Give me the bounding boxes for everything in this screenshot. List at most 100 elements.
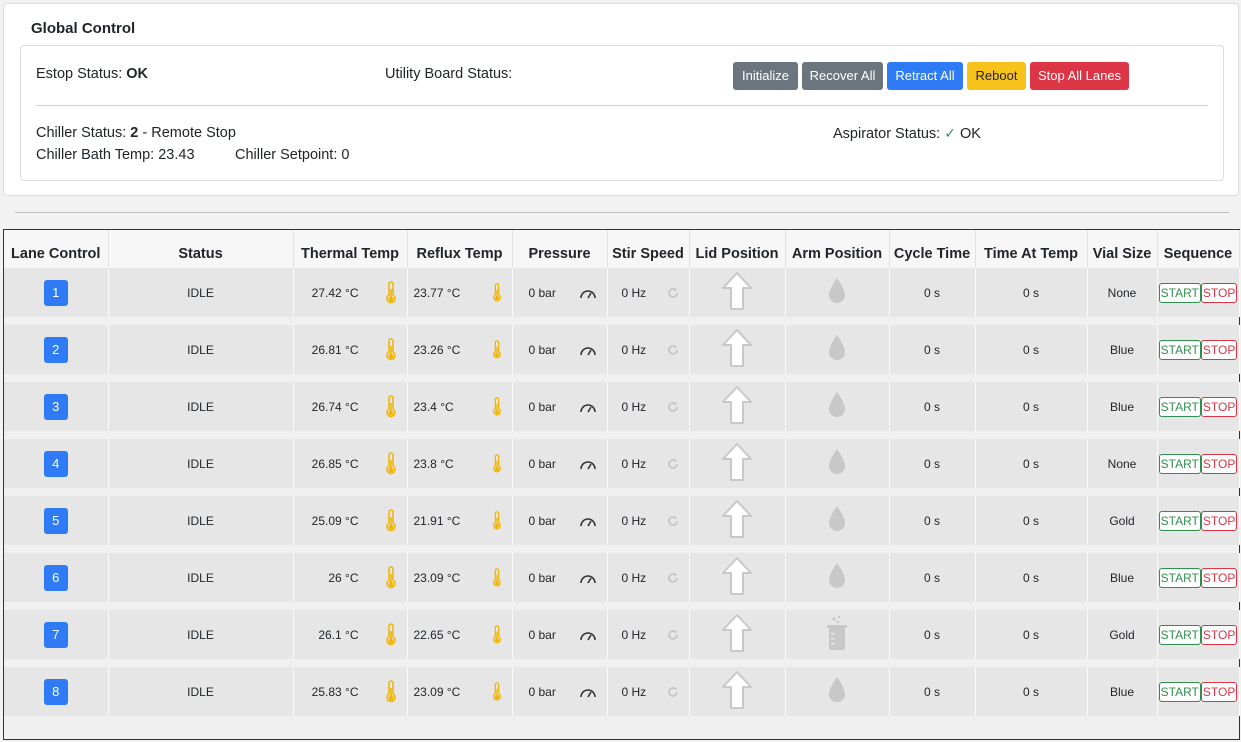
retract-all-button[interactable]: Retract All	[887, 62, 963, 90]
lid-position-cell	[689, 553, 786, 602]
thermal-temp-value: 27.42 °C	[311, 285, 359, 300]
spinner-icon	[667, 401, 678, 412]
lane-control-cell: 1	[4, 268, 109, 317]
header-arm-position: Arm Position	[785, 230, 890, 268]
aspirator-status: Aspirator Status: ✓ OK	[833, 125, 981, 142]
arm-position-cell	[785, 268, 890, 317]
stop-button[interactable]: STOP	[1200, 396, 1238, 417]
time-at-temp-cell: 0 s	[975, 382, 1088, 431]
vial-size-cell: Gold	[1087, 610, 1158, 659]
lane-button[interactable]: 1	[43, 279, 68, 306]
thermometer-icon	[492, 396, 501, 415]
start-button[interactable]: START	[1158, 624, 1201, 645]
reflux-temp-value: 23.09 °C	[413, 570, 461, 585]
utility-board-status: Utility Board Status:	[385, 66, 513, 82]
gauge-icon	[579, 289, 596, 298]
start-button[interactable]: START	[1158, 453, 1201, 474]
lane-button[interactable]: 3	[43, 393, 68, 420]
vial-size-cell: Blue	[1087, 382, 1158, 431]
row-spacer-cell	[4, 431, 1239, 439]
row-spacer	[4, 374, 1239, 382]
gauge-icon	[579, 631, 596, 640]
cycle-time-cell: 0 s	[889, 382, 976, 431]
stop-button[interactable]: STOP	[1200, 567, 1238, 588]
thermometer-icon	[385, 508, 396, 531]
pressure-cell: 0 bar	[512, 610, 608, 659]
start-button[interactable]: START	[1158, 339, 1201, 360]
start-button[interactable]: START	[1158, 396, 1201, 417]
thermal-temp-value: 26.81 °C	[311, 342, 359, 357]
thermometer-icon	[385, 622, 396, 645]
stir-speed-cell: 0 Hz	[607, 610, 690, 659]
chiller-status: Chiller Status: 2 - Remote Stop	[36, 125, 236, 141]
start-button[interactable]: START	[1158, 282, 1201, 303]
lane-button[interactable]: 8	[43, 678, 68, 705]
vial-size-cell: None	[1087, 439, 1158, 488]
gauge-icon	[579, 688, 596, 697]
vial-size-cell: Blue	[1087, 553, 1158, 602]
stir-speed-value: 0 Hz	[621, 342, 647, 357]
recover-all-button[interactable]: Recover All	[802, 62, 883, 90]
lid-position-cell	[689, 439, 786, 488]
thermal-temp-cell: 27.42 °C	[293, 268, 408, 317]
stop-button[interactable]: STOP	[1200, 624, 1238, 645]
chiller-setpoint-label: Chiller Setpoint:	[235, 147, 338, 163]
time-at-temp-cell: 0 s	[975, 553, 1088, 602]
header-pressure: Pressure	[512, 230, 608, 268]
reflux-temp-value: 21.91 °C	[413, 513, 461, 528]
lid-position-cell	[689, 268, 786, 317]
lane-control-cell: 5	[4, 496, 109, 545]
spinner-icon	[667, 287, 678, 298]
lane-button[interactable]: 6	[43, 564, 68, 591]
initialize-button[interactable]: Initialize	[733, 62, 798, 90]
time-at-temp-cell: 0 s	[975, 496, 1088, 545]
time-at-temp-cell: 0 s	[975, 610, 1088, 659]
start-button[interactable]: START	[1158, 681, 1201, 702]
stir-speed-value: 0 Hz	[621, 570, 647, 585]
lane-button[interactable]: 5	[43, 507, 68, 534]
stir-speed-cell: 0 Hz	[607, 268, 690, 317]
chiller-status-label: Chiller Status:	[36, 125, 127, 141]
row-spacer	[4, 431, 1239, 439]
thermal-temp-value: 26 °C	[328, 570, 359, 585]
arrow-up-icon	[722, 329, 752, 367]
lane-control-cell: 7	[4, 610, 109, 659]
thermometer-icon	[492, 567, 501, 586]
lane-button[interactable]: 2	[43, 336, 68, 363]
vial-size-cell: Blue	[1087, 667, 1158, 716]
thermometer-icon	[492, 510, 501, 529]
thermal-temp-value: 26.74 °C	[311, 399, 359, 414]
sequence-cell: START STOP	[1157, 382, 1240, 431]
arrow-up-icon	[722, 671, 752, 709]
reboot-button[interactable]: Reboot	[967, 62, 1026, 90]
aspirator-value: OK	[959, 126, 981, 142]
droplet-icon	[829, 506, 845, 531]
reflux-temp-value: 22.65 °C	[413, 627, 461, 642]
stir-speed-cell: 0 Hz	[607, 439, 690, 488]
stop-button[interactable]: STOP	[1200, 339, 1238, 360]
start-button[interactable]: START	[1158, 567, 1201, 588]
lane-control-cell: 4	[4, 439, 109, 488]
chiller-bath-temp: Chiller Bath Temp: 23.43	[36, 147, 195, 163]
droplet-icon	[829, 278, 845, 303]
stop-button[interactable]: STOP	[1200, 282, 1238, 303]
stop-all-lanes-button[interactable]: Stop All Lanes	[1030, 62, 1129, 90]
thermometer-icon	[492, 339, 501, 358]
stop-button[interactable]: STOP	[1200, 681, 1238, 702]
lane-button[interactable]: 7	[43, 621, 68, 648]
thermal-temp-value: 26.1 °C	[318, 627, 359, 642]
stop-button[interactable]: STOP	[1200, 453, 1238, 474]
reflux-temp-value: 23.26 °C	[413, 342, 461, 357]
status-cell: IDLE	[108, 553, 294, 602]
time-at-temp-cell: 0 s	[975, 325, 1088, 374]
lane-button[interactable]: 4	[43, 450, 68, 477]
thermometer-icon	[492, 681, 501, 700]
thermal-temp-value: 25.83 °C	[311, 684, 359, 699]
start-button[interactable]: START	[1158, 510, 1201, 531]
stop-button[interactable]: STOP	[1200, 510, 1238, 531]
row-spacer-cell	[4, 317, 1239, 325]
reflux-temp-cell: 22.65 °C	[407, 610, 513, 659]
chiller-setpoint: Chiller Setpoint: 0	[235, 147, 349, 163]
pressure-cell: 0 bar	[512, 553, 608, 602]
lane-control-cell: 3	[4, 382, 109, 431]
